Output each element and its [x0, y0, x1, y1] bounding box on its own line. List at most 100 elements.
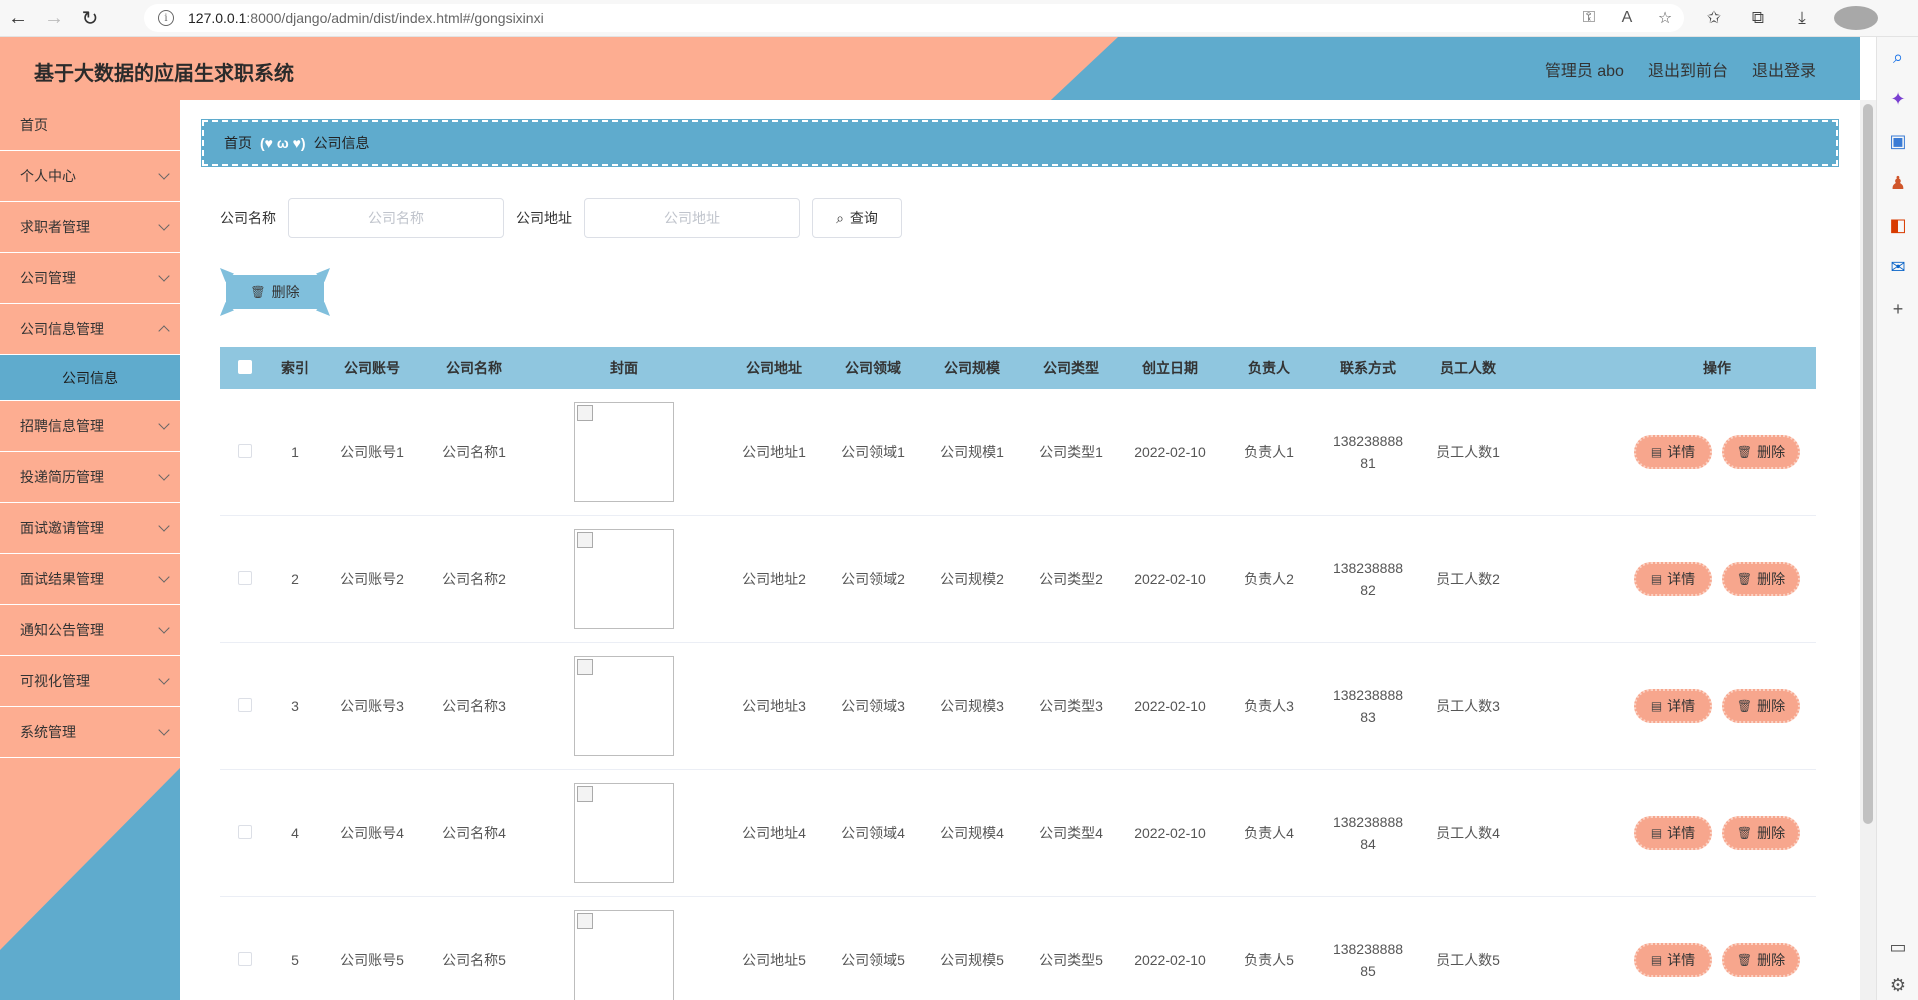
detail-button[interactable]: ▤ 详情 — [1634, 435, 1712, 469]
tools-icon[interactable]: ▣ — [1877, 131, 1918, 152]
logout-link[interactable]: 退出登录 — [1752, 57, 1816, 81]
sidebar-item-visualization[interactable]: 可视化管理 — [0, 656, 180, 707]
browser-toolbar: ← → ↻ i 127.0.0.1:8000/django/admin/dist… — [0, 0, 1918, 37]
read-aloud-icon[interactable]: A — [1608, 9, 1646, 27]
document-icon: ▤ — [1650, 953, 1663, 967]
sidebar-item-companies[interactable]: 公司管理 — [0, 253, 180, 304]
profile-avatar[interactable] — [1834, 6, 1878, 30]
chevron-down-icon — [158, 219, 170, 231]
settings-gear-icon[interactable]: ⚙ — [1877, 975, 1918, 996]
delete-button[interactable]: 🗑 删除 — [1722, 689, 1800, 723]
back-icon[interactable]: ← — [0, 0, 36, 36]
office-icon[interactable]: ◧ — [1877, 215, 1918, 236]
admin-user-label: 管理员 abo — [1544, 63, 1624, 80]
sidebar-item-notices[interactable]: 通知公告管理 — [0, 605, 180, 656]
company-info-table: 索引 公司账号 公司名称 封面 公司地址 公司领域 公司规模 公司类型 创立日期… — [220, 347, 1816, 1000]
reload-icon[interactable]: ↻ — [72, 0, 108, 36]
outlook-icon[interactable]: ✉ — [1877, 257, 1918, 278]
row-checkbox[interactable] — [238, 951, 252, 966]
col-header-type: 公司类型 — [1043, 360, 1099, 376]
row-checkbox[interactable] — [238, 443, 252, 458]
password-key-icon[interactable]: ⚿ — [1570, 9, 1608, 27]
sidebar-item-company-info[interactable]: 公司信息管理 — [0, 304, 180, 355]
col-header-staff: 员工人数 — [1440, 360, 1496, 376]
col-header-name: 公司名称 — [446, 360, 502, 376]
trash-icon: 🗑 — [1736, 826, 1753, 840]
col-header-address: 公司地址 — [746, 360, 802, 376]
sidebar-item-recruitment[interactable]: 招聘信息管理 — [0, 401, 180, 452]
chevron-down-icon — [158, 520, 170, 532]
row-checkbox[interactable] — [238, 824, 252, 839]
delete-button[interactable]: 🗑 删除 — [1722, 943, 1800, 977]
broken-image-icon — [577, 913, 593, 929]
back-to-front-link[interactable]: 退出到前台 — [1648, 57, 1728, 81]
company-name-input[interactable] — [288, 198, 504, 238]
query-button-label: 查询 — [849, 210, 878, 226]
sidebar-item-system[interactable]: 系统管理 — [0, 707, 180, 758]
row-checkbox[interactable] — [238, 570, 252, 585]
cover-image — [574, 910, 674, 1000]
trash-icon: 🗑 — [1736, 445, 1753, 459]
search-icon[interactable]: ⌕ — [1877, 47, 1918, 68]
document-icon: ▤ — [1650, 699, 1663, 713]
detail-button[interactable]: ▤ 详情 — [1634, 689, 1712, 723]
table-row: 3 公司账号3 公司名称3 公司地址3 公司领域3 公司规模3 公司类型3 20… — [220, 643, 1816, 770]
query-button[interactable]: ⌕ 查询 — [812, 198, 902, 238]
detail-button[interactable]: ▤ 详情 — [1634, 562, 1712, 596]
detail-button[interactable]: ▤ 详情 — [1634, 943, 1712, 977]
games-icon[interactable]: ♟ — [1877, 173, 1918, 194]
batch-delete-label: 删除 — [271, 284, 300, 300]
collections-icon[interactable]: ⧉ — [1736, 8, 1780, 28]
chevron-down-icon — [158, 270, 170, 282]
trash-icon: 🗑 — [1736, 953, 1753, 967]
cover-image — [574, 402, 674, 502]
company-address-input[interactable] — [584, 198, 800, 238]
col-header-cover: 封面 — [610, 360, 638, 376]
sidebar-subitem-company-info[interactable]: 公司信息 — [0, 355, 180, 401]
batch-delete-button[interactable]: 🗑 删除 — [220, 268, 330, 316]
chevron-down-icon — [158, 724, 170, 736]
row-checkbox[interactable] — [238, 697, 252, 712]
col-header-scale: 公司规模 — [944, 360, 1000, 376]
page-scrollbar[interactable] — [1860, 100, 1876, 1000]
sidebar-item-job-seekers[interactable]: 求职者管理 — [0, 202, 180, 253]
table-row: 5 公司账号5 公司名称5 公司地址5 公司领域5 公司规模5 公司类型5 20… — [220, 897, 1816, 1000]
site-info-icon[interactable]: i — [158, 10, 174, 26]
col-header-date: 创立日期 — [1142, 360, 1198, 376]
table-row: 2 公司账号2 公司名称2 公司地址2 公司领域2 公司规模2 公司类型2 20… — [220, 516, 1816, 643]
sidebar-item-interview-invites[interactable]: 面试邀请管理 — [0, 503, 180, 554]
broken-image-icon — [577, 532, 593, 548]
chevron-down-icon — [158, 469, 170, 481]
downloads-icon[interactable]: ⤓ — [1780, 8, 1824, 28]
broken-image-icon — [577, 786, 593, 802]
delete-button[interactable]: 🗑 删除 — [1722, 816, 1800, 850]
chevron-down-icon — [158, 168, 170, 180]
favorites-icon[interactable]: ✩ — [1692, 8, 1736, 28]
col-header-account: 公司账号 — [344, 360, 400, 376]
col-header-actions: 操作 — [1703, 360, 1731, 376]
sidebar-item-resumes[interactable]: 投递简历管理 — [0, 452, 180, 503]
col-header-person: 负责人 — [1248, 360, 1290, 376]
add-favorite-icon[interactable]: ☆ — [1646, 8, 1684, 28]
detail-button[interactable]: ▤ 详情 — [1634, 816, 1712, 850]
breadcrumb-home[interactable]: 首页 — [224, 133, 252, 153]
col-header-phone: 联系方式 — [1340, 360, 1396, 376]
trash-icon: 🗑 — [1736, 699, 1753, 713]
delete-button[interactable]: 🗑 删除 — [1722, 562, 1800, 596]
select-all-checkbox[interactable] — [238, 359, 252, 374]
chevron-down-icon — [158, 622, 170, 634]
address-bar[interactable]: i 127.0.0.1:8000/django/admin/dist/index… — [144, 4, 1684, 32]
breadcrumb-separator: (♥ ω ♥) — [260, 135, 306, 151]
trash-icon: 🗑 — [1736, 572, 1753, 586]
sidebar-item-interview-results[interactable]: 面试结果管理 — [0, 554, 180, 605]
table-header: 索引 公司账号 公司名称 封面 公司地址 公司领域 公司规模 公司类型 创立日期… — [220, 347, 1816, 389]
copilot-icon[interactable]: ✦ — [1877, 89, 1918, 110]
sidebar-item-home[interactable]: 首页 — [0, 100, 180, 151]
url-host: 127.0.0.1 — [188, 10, 247, 26]
url-path: :8000/django/admin/dist/index.html#/gong… — [246, 10, 544, 26]
delete-button[interactable]: 🗑 删除 — [1722, 435, 1800, 469]
forward-icon[interactable]: → — [36, 0, 72, 36]
add-icon[interactable]: + — [1877, 299, 1918, 320]
sidebar-item-personal-center[interactable]: 个人中心 — [0, 151, 180, 202]
broken-image-icon — [577, 405, 593, 421]
